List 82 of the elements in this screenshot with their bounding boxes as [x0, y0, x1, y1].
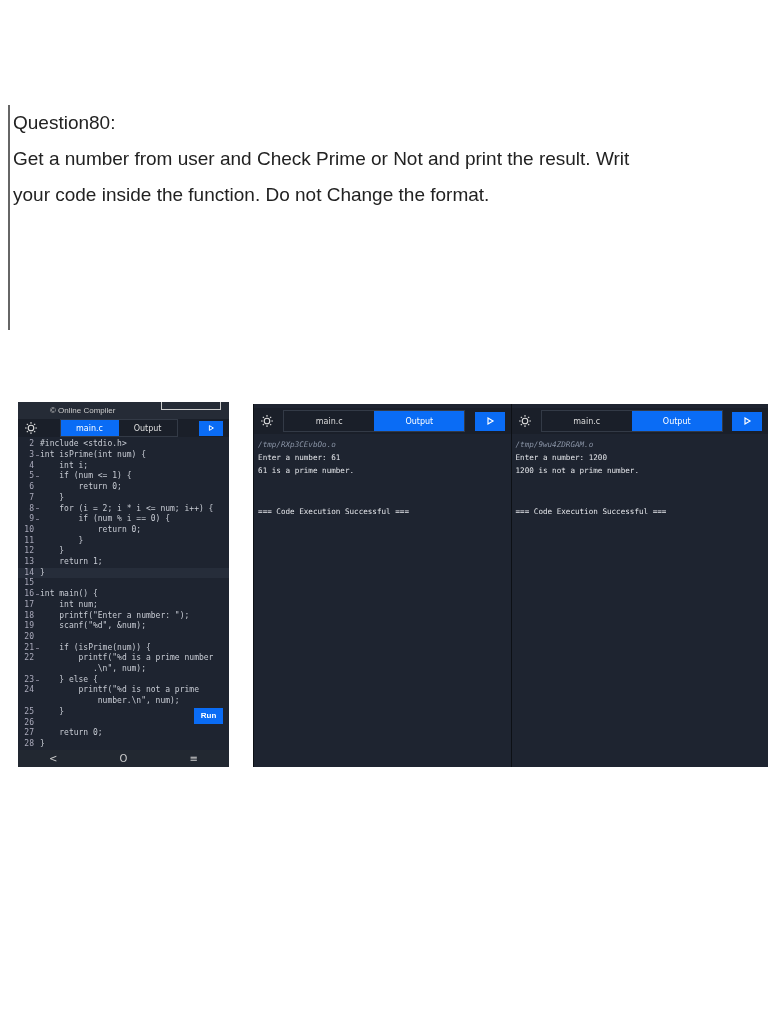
line-number: 16	[23, 589, 34, 600]
code-line: return 0;	[77, 482, 122, 493]
tab[interactable]: Output	[374, 411, 465, 431]
line-number: 6	[28, 482, 34, 493]
fold-marker[interactable]	[35, 679, 39, 681]
line-number: 27	[23, 728, 34, 739]
line-number: 20	[23, 631, 34, 643]
line-number: 15	[23, 578, 34, 589]
line-number: 24	[23, 685, 34, 697]
line-number: 2	[28, 439, 34, 450]
line-number: 5	[28, 471, 34, 482]
line-number: 14	[23, 567, 34, 578]
fold-marker[interactable]	[35, 647, 39, 649]
tab[interactable]: main.c	[541, 411, 632, 431]
code-line: printf("%d is a prime number .\n", num);	[77, 653, 214, 675]
line-number: 9	[28, 514, 34, 525]
line-number: 28	[23, 739, 34, 750]
code-line: }	[58, 546, 65, 557]
fold-marker[interactable]	[35, 519, 39, 521]
line-number: 22	[23, 653, 34, 665]
run-button[interactable]	[731, 411, 762, 431]
run-button[interactable]	[199, 420, 224, 436]
code-line: }	[40, 739, 45, 750]
line-number: 11	[23, 535, 34, 546]
run-button[interactable]: Run	[194, 707, 224, 724]
line-number: 3	[28, 450, 34, 461]
play-icon	[207, 424, 216, 433]
fold-marker[interactable]	[35, 476, 39, 478]
code-line: if (num % i == 0) {	[77, 514, 171, 525]
code-line: }	[40, 567, 45, 579]
code-line: for (i = 2; i * i <= num; i++) {	[58, 503, 214, 514]
code-line: int num;	[58, 599, 98, 611]
tab[interactable]: Output	[118, 420, 177, 437]
line-number: 18	[23, 610, 34, 621]
fold-marker[interactable]	[35, 508, 39, 510]
code-line: }	[58, 706, 65, 718]
nav-button[interactable]: <	[47, 752, 60, 764]
play-icon	[484, 416, 495, 426]
code-line: if (num <= 1) {	[58, 471, 132, 482]
question-text: your code inside the function. Do not Change the format.	[13, 183, 490, 207]
brightness-icon[interactable]	[260, 414, 275, 428]
code-line: int isPrime(int num) {	[40, 450, 146, 461]
code-line: if (isPrime(num)) {	[58, 642, 151, 653]
question-title: Question80:	[13, 111, 116, 135]
line-number: 10	[23, 524, 34, 536]
code-line: #include <stdio.h>	[40, 439, 127, 450]
tab[interactable]: Output	[631, 411, 722, 431]
app-title: © Online Compiler	[50, 406, 116, 416]
code-line: }	[77, 535, 84, 547]
code-line: } else {	[58, 674, 98, 685]
line-number: 26	[23, 717, 34, 728]
question-text: Get a number from user and Check Prime or Not and print the result. Writ	[13, 147, 630, 171]
line-number: 7	[28, 492, 34, 504]
line-number: 13	[23, 557, 34, 568]
code-line: scanf("%d", &num);	[58, 621, 146, 632]
nav-button[interactable]: O	[117, 752, 130, 764]
line-number: 23	[23, 674, 34, 685]
code-line: int i;	[58, 460, 89, 471]
fold-marker[interactable]	[35, 594, 39, 595]
line-number: 12	[23, 546, 34, 557]
line-number: 4	[28, 460, 34, 471]
run-button[interactable]	[474, 411, 505, 431]
code-line: printf("Enter a number: ");	[58, 610, 190, 621]
fold-marker[interactable]	[35, 454, 39, 456]
line-number: 21	[23, 642, 34, 653]
line-number: 19	[23, 621, 34, 632]
brightness-icon[interactable]	[24, 421, 38, 436]
line-number: 25	[23, 706, 34, 718]
code-line: printf("%d is not a prime number.\n", num);	[77, 685, 199, 707]
tab[interactable]: main.c	[284, 411, 375, 431]
code-line: return 0;	[96, 524, 142, 536]
line-number: 17	[23, 599, 34, 611]
header-button[interactable]	[161, 402, 222, 410]
code-line: return 0;	[58, 728, 103, 739]
line-number: 8	[28, 503, 34, 514]
nav-button[interactable]: ≡	[187, 752, 200, 764]
tab[interactable]: main.c	[60, 420, 119, 437]
play-icon	[741, 416, 752, 426]
code-line: int main() {	[40, 589, 98, 600]
code-line: return 1;	[58, 557, 103, 568]
code-line: }	[58, 492, 65, 504]
brightness-icon[interactable]	[517, 414, 532, 428]
